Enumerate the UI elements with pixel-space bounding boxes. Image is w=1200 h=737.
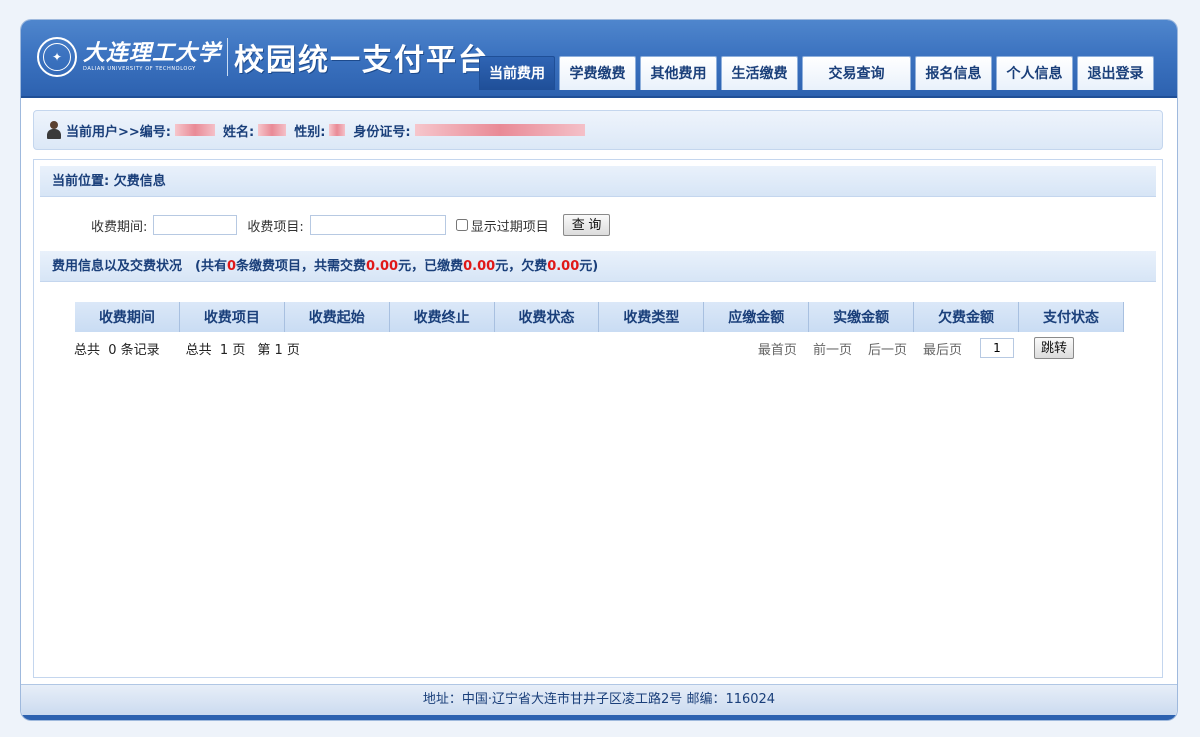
fee-summary: 费用信息以及交费状况 (共有0条缴费项目，共需交费0.00元，已缴费0.00元，… [40,251,1156,282]
item-input[interactable] [309,215,446,235]
column-header: 支付状态 [1018,302,1124,332]
breadcrumb: 当前位置: 欠费信息 [40,166,1156,197]
page-container: ✦ 大连理工大学 DALIAN UNIVERSITY OF TECHNOLOGY… [21,20,1177,720]
column-header: 收费项目 [178,302,285,332]
university-name: 大连理工大学 [83,40,222,66]
period-input[interactable] [153,215,238,235]
nav-tuition-payment[interactable]: 学费缴费 [559,56,636,90]
redacted-user-name [258,124,287,136]
show-expired-label: 显示过期项目 [470,219,549,235]
total-records: 总共 0 条记录 [74,342,160,358]
jump-button[interactable]: 跳转 [1033,337,1074,359]
item-label: 收费项目: [247,219,304,235]
redacted-user-id [174,124,215,136]
nav-living-payment[interactable]: 生活缴费 [721,56,798,90]
column-header: 收费期间 [74,302,180,332]
search-form: 收费期间: 收费项目: 显示过期项目 查 询 [34,212,1134,238]
first-page-link[interactable]: 最首页 [758,339,797,358]
user-id-label: 当前用户>>编号: [66,124,171,140]
fee-summary-text-1: 条缴费项目，共需交费 [236,259,367,274]
next-page-link[interactable]: 后一页 [868,339,907,358]
fee-summary-suffix: 元) [579,259,599,274]
logo: ✦ 大连理工大学 DALIAN UNIVERSITY OF TECHNOLOGY… [37,34,490,80]
nav-transaction-query[interactable]: 交易查询 [802,56,911,90]
main-panel: 当前位置: 欠费信息 收费期间: 收费项目: 显示过期项目 查 询 费用信息以及… [33,159,1163,678]
logo-divider [227,38,229,76]
table-header-row: 收费期间 收费项目 收费起始 收费终止 收费状态 收费类型 应缴金额 实缴金额 … [74,302,1124,332]
footer-bar [21,715,1177,720]
column-header: 收费终止 [388,302,495,332]
page-number-input[interactable] [979,338,1014,358]
fee-summary-text-2: 元，已缴费 [398,259,464,274]
current-page: 第 1 页 [257,342,300,358]
fee-table: 收费期间 收费项目 收费起始 收费终止 收费状态 收费类型 应缴金额 实缴金额 … [74,302,1124,332]
fee-summary-prefix: 费用信息以及交费状况 (共有 [52,259,227,274]
footer-address: 地址：中国·辽宁省大连市甘井子区凌工路2号 邮编：116024 [422,692,776,707]
column-header: 实缴金额 [808,302,915,332]
user-icon [46,121,62,139]
fee-total-due: 0.00 [366,259,399,274]
column-header: 应缴金额 [703,302,810,332]
show-expired-checkbox[interactable] [455,219,468,231]
platform-title: 校园统一支付平台 [234,43,491,78]
university-seal-icon: ✦ [37,37,77,77]
nav-registration-info[interactable]: 报名信息 [915,56,992,90]
main-nav: 当前费用 学费缴费 其他费用 生活缴费 交易查询 报名信息 个人信息 退出登录 [479,56,1154,90]
university-english-name: DALIAN UNIVERSITY OF TECHNOLOGY [83,66,196,72]
redacted-user-gender [329,124,346,136]
current-user-bar: 当前用户>>编号: 姓名: 性别: 身份证号: [33,110,1163,150]
nav-other-fees[interactable]: 其他费用 [640,56,717,90]
fee-paid: 0.00 [463,259,496,274]
column-header: 欠费金额 [913,302,1020,332]
footer: 地址：中国·辽宁省大连市甘井子区凌工路2号 邮编：116024 [21,684,1177,720]
nav-current-fees[interactable]: 当前费用 [479,56,555,90]
pagination: 总共 0 条记录 总共 1 页 第 1 页 最首页 前一页 后一页 最后页 跳转 [74,336,1124,360]
column-header: 收费类型 [598,302,705,332]
fee-item-count: 0 [226,259,236,274]
last-page-link[interactable]: 最后页 [923,339,962,358]
header: ✦ 大连理工大学 DALIAN UNIVERSITY OF TECHNOLOGY… [21,20,1177,98]
query-button[interactable]: 查 询 [562,214,611,236]
user-name-label: 姓名: [222,124,255,140]
nav-personal-info[interactable]: 个人信息 [996,56,1073,90]
fee-owed: 0.00 [547,259,580,274]
nav-logout[interactable]: 退出登录 [1077,56,1154,90]
prev-page-link[interactable]: 前一页 [813,339,852,358]
redacted-id-card [414,124,585,136]
user-id-card-label: 身份证号: [353,124,411,140]
column-header: 收费起始 [283,302,390,332]
university-logo-text: 大连理工大学 DALIAN UNIVERSITY OF TECHNOLOGY [83,41,221,73]
column-header: 收费状态 [493,302,600,332]
fee-summary-text-3: 元，欠费 [495,259,548,274]
user-gender-label: 性别: [294,124,326,140]
total-pages: 总共 1 页 [185,342,246,358]
period-label: 收费期间: [91,219,148,235]
